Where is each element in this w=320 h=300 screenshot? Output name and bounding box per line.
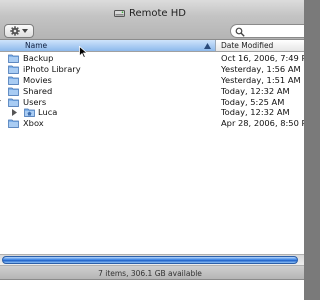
disclosure-triangle-icon[interactable] — [0, 77, 1, 84]
item-date: Apr 28, 2006, 8:50 PM — [221, 118, 304, 129]
folder-icon — [8, 54, 19, 63]
file-list: Backup Oct 16, 2006, 7:49 PM iPhoto Libr… — [0, 53, 304, 129]
chevron-down-icon — [22, 29, 28, 33]
finder-window: Remote HD Name Date Modified Backup Oct … — [0, 0, 304, 300]
search-input[interactable] — [247, 26, 301, 37]
name-column-header[interactable]: Name — [0, 40, 216, 51]
window-toolbar: Remote HD — [0, 0, 304, 40]
gear-icon — [10, 26, 20, 36]
horizontal-scrollbar[interactable] — [0, 254, 304, 266]
date-modified-column-header[interactable]: Date Modified — [217, 40, 304, 51]
list-item-shared[interactable]: Shared Today, 12:32 AM — [0, 86, 304, 97]
search-icon — [235, 27, 245, 37]
list-item-movies[interactable]: Movies Yesterday, 1:51 AM — [0, 75, 304, 86]
column-header-row: Name Date Modified — [0, 40, 304, 52]
item-name: Users — [23, 96, 47, 107]
folder-icon — [8, 119, 19, 129]
item-date: Today, 12:32 AM — [221, 85, 290, 96]
list-item-backup[interactable]: Backup Oct 16, 2006, 7:49 PM — [0, 53, 304, 64]
item-name: iPhoto Library — [23, 63, 81, 74]
list-item-users[interactable]: Users Today, 5:25 AM — [0, 97, 304, 108]
folder-icon — [8, 76, 19, 85]
item-date: Yesterday, 1:51 AM — [221, 74, 301, 85]
item-date: Yesterday, 1:56 AM — [221, 63, 301, 74]
list-item-iphoto-library[interactable]: iPhoto Library Yesterday, 1:56 AM — [0, 64, 304, 75]
mouse-pointer-icon — [79, 46, 88, 58]
list-item-xbox[interactable]: Xbox Apr 28, 2006, 8:50 PM — [0, 118, 304, 129]
item-name: Luca — [38, 107, 58, 118]
status-text: 7 items, 306.1 GB available — [98, 269, 202, 278]
sort-ascending-icon — [204, 43, 211, 49]
folder-icon — [8, 65, 19, 74]
disclosure-triangle-expanded-icon[interactable] — [0, 99, 1, 106]
item-name: Backup — [23, 53, 54, 63]
window-title-bar: Remote HD — [0, 6, 304, 20]
home-folder-icon — [24, 109, 35, 118]
folder-icon — [8, 87, 19, 96]
scrollbar-thumb[interactable] — [2, 256, 298, 264]
item-name: Xbox — [23, 118, 44, 129]
item-date: Today, 5:25 AM — [221, 96, 285, 107]
disclosure-triangle-icon[interactable] — [0, 66, 1, 73]
disclosure-triangle-icon[interactable] — [0, 88, 1, 95]
hard-drive-icon — [114, 9, 125, 17]
disclosure-triangle-icon[interactable] — [0, 55, 1, 62]
item-name: Shared — [23, 85, 53, 96]
window-title: Remote HD — [129, 7, 186, 19]
disclosure-triangle-icon[interactable] — [11, 109, 18, 117]
status-bar: 7 items, 306.1 GB available — [0, 266, 304, 280]
action-menu-button[interactable] — [4, 24, 34, 38]
item-date: Today, 12:32 AM — [221, 107, 290, 118]
disclosure-triangle-icon[interactable] — [0, 120, 1, 127]
list-item-luca[interactable]: Luca Today, 12:32 AM — [0, 107, 304, 118]
search-field[interactable] — [230, 24, 304, 38]
item-date: Oct 16, 2006, 7:49 PM — [221, 53, 304, 63]
folder-icon — [8, 98, 19, 107]
item-name: Movies — [23, 74, 52, 85]
date-modified-column-label: Date Modified — [221, 41, 274, 50]
name-column-label: Name — [25, 41, 48, 50]
